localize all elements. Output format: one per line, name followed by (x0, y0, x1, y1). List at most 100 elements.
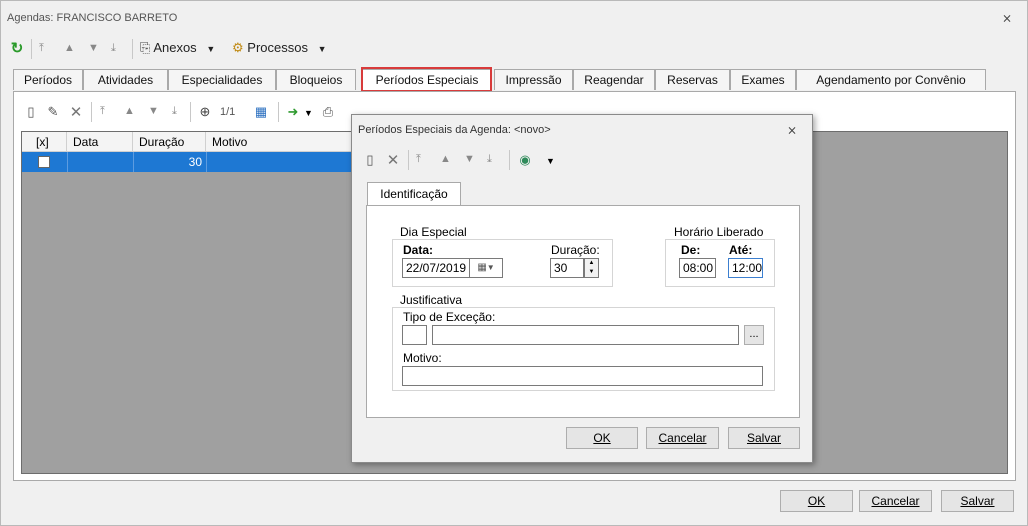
print-icon[interactable]: ⎙ (320, 104, 336, 120)
cell-duracao: 30 (188, 155, 202, 169)
cell-divider (206, 152, 207, 172)
save-label: Salvar (746, 431, 781, 445)
toolbar-separator (132, 39, 133, 59)
stepper-up-icon[interactable]: ▲ (585, 259, 598, 268)
column-header-data[interactable]: Data (67, 132, 133, 152)
dia-especial-label: Dia Especial (398, 225, 469, 239)
tab-periodos[interactable]: Períodos (13, 69, 83, 90)
tipo-excecao-description-field[interactable] (432, 325, 739, 345)
dialog-save-button[interactable]: Salvar (728, 427, 800, 449)
chevron-down-icon: ▼ (486, 263, 495, 272)
row-checkbox[interactable] (38, 156, 50, 168)
toolbar-separator (91, 102, 92, 122)
tab-strip: Períodos Atividades Especialidades Bloqu… (13, 69, 993, 91)
tab-impressao[interactable]: Impressão (494, 69, 573, 90)
column-header-motivo[interactable]: Motivo (206, 132, 352, 152)
new-icon[interactable]: ▯ (362, 152, 378, 168)
column-header-duracao[interactable]: Duração (133, 132, 206, 152)
column-header-select[interactable]: [x] (22, 132, 67, 152)
tab-atividades[interactable]: Atividades (83, 69, 168, 90)
dialog-ok-button[interactable]: OK (566, 427, 638, 449)
delete-icon[interactable]: ✕ (385, 152, 401, 169)
main-window: Agendas: FRANCISCO BARRETO ⨯ ↻ ⤒ ▲ ▼ ⤓ ⎘… (0, 0, 1028, 526)
tab-reservas[interactable]: Reservas (655, 69, 730, 90)
previous-record-icon[interactable]: ▲ (64, 42, 75, 54)
close-icon[interactable]: ⨯ (785, 123, 799, 137)
cancel-label: Cancelar (658, 431, 707, 445)
toolbar-separator (408, 150, 409, 170)
first-record-icon[interactable]: ⤒ (416, 153, 421, 166)
edit-icon[interactable]: ✎ (45, 104, 61, 120)
globe-icon[interactable]: ◉ (517, 152, 533, 168)
new-icon[interactable]: ▯ (23, 104, 39, 120)
ok-label: OK (807, 494, 826, 508)
chevron-down-icon[interactable]: ▼ (546, 156, 555, 166)
tab-exames[interactable]: Exames (730, 69, 796, 90)
first-record-icon[interactable]: ⤒ (39, 42, 44, 55)
processos-button[interactable]: ⚙ Processos ▼ (232, 37, 327, 59)
motivo-label: Motivo: (403, 351, 442, 365)
close-icon[interactable]: ⨯ (1000, 11, 1014, 25)
export-icon[interactable]: ➜ (285, 104, 301, 120)
cancel-label: Cancelar (871, 494, 920, 508)
binoculars-icon[interactable]: ⊕ (197, 104, 213, 120)
previous-record-icon[interactable]: ▲ (124, 105, 135, 117)
chevron-down-icon: ▼ (317, 44, 327, 54)
previous-record-icon[interactable]: ▲ (440, 153, 451, 165)
delete-icon[interactable]: ✕ (68, 104, 84, 121)
cell-divider (67, 152, 68, 172)
calendar-icon[interactable]: ▦ (253, 104, 269, 120)
cancel-button[interactable]: Cancelar (859, 490, 932, 512)
dialog-title: Períodos Especiais da Agenda: <novo> (358, 124, 551, 136)
duracao-stepper[interactable]: ▲ ▼ (584, 258, 599, 278)
dialog-cancel-button[interactable]: Cancelar (646, 427, 719, 449)
tab-reagendar[interactable]: Reagendar (573, 69, 655, 90)
de-label: De: (681, 243, 701, 257)
ate-field[interactable]: 12:00 (728, 258, 763, 278)
horario-liberado-label: Horário Liberado (672, 225, 766, 239)
duracao-label: Duração: (551, 243, 600, 257)
table-row[interactable]: 30 (22, 152, 352, 172)
chevron-down-icon: ▼ (206, 44, 216, 54)
toolbar-separator (190, 102, 191, 122)
tab-bloqueios[interactable]: Bloqueios (276, 69, 356, 90)
motivo-field[interactable] (402, 366, 763, 386)
toolbar-separator (278, 102, 279, 122)
date-picker-button[interactable]: ▦▼ (469, 258, 503, 278)
justificativa-label: Justificativa (398, 293, 465, 307)
duracao-field[interactable]: 30 (550, 258, 584, 278)
next-record-icon[interactable]: ▼ (88, 42, 99, 54)
anexos-button[interactable]: ⎘ Anexos ▼ (140, 37, 215, 59)
toolbar-separator (509, 150, 510, 170)
tab-identificacao[interactable]: Identificação (367, 182, 461, 206)
de-field[interactable]: 08:00 (679, 258, 716, 278)
last-record-icon[interactable]: ⤓ (111, 42, 116, 55)
data-label: Data: (403, 243, 434, 257)
last-record-icon[interactable]: ⤓ (487, 153, 492, 166)
gears-icon: ⚙ (232, 40, 244, 55)
next-record-icon[interactable]: ▼ (148, 105, 159, 117)
ok-button[interactable]: OK (780, 490, 853, 512)
tipo-excecao-code-field[interactable] (402, 325, 427, 345)
refresh-icon[interactable]: ↻ (9, 40, 25, 57)
calendar-icon: ▦ (477, 262, 487, 273)
last-record-icon[interactable]: ⤓ (172, 105, 177, 118)
tab-especialidades[interactable]: Especialidades (168, 69, 276, 90)
highlight-box (361, 67, 492, 92)
paperclip-icon: ⎘ (140, 40, 151, 55)
anexos-label: Anexos (153, 40, 197, 55)
first-record-icon[interactable]: ⤒ (100, 105, 105, 118)
ate-label: Até: (729, 243, 753, 257)
next-record-icon[interactable]: ▼ (464, 153, 475, 165)
save-button[interactable]: Salvar (941, 490, 1014, 512)
window-title: Agendas: FRANCISCO BARRETO (7, 12, 178, 24)
toolbar-separator (31, 39, 32, 59)
processos-label: Processos (247, 40, 308, 55)
tab-agendamento-convenio[interactable]: Agendamento por Convênio (796, 69, 986, 90)
stepper-down-icon[interactable]: ▼ (585, 268, 598, 277)
periodos-especiais-dialog: Períodos Especiais da Agenda: <novo> ⨯ ▯… (351, 114, 813, 463)
chevron-down-icon[interactable]: ▼ (304, 108, 313, 118)
browse-button[interactable]: ... (744, 325, 764, 345)
data-field[interactable]: 22/07/2019 (402, 258, 470, 278)
tipo-excecao-label: Tipo de Exceção: (403, 310, 496, 324)
